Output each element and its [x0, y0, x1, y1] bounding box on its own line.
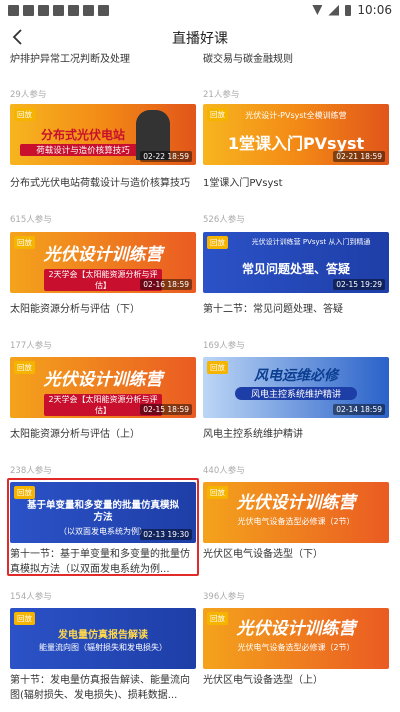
time-label: 02-16 18:59	[140, 279, 192, 290]
thumbnail-subtitle: 光伏设计训练营 PVsyst 从入门到精通	[251, 238, 371, 246]
time-label: 02-15 18:59	[140, 404, 192, 415]
notification-icon	[8, 5, 19, 16]
participants-count: 29人参与	[10, 90, 47, 100]
thumbnail-subtitle: 荷载设计与造价核算技巧	[20, 144, 146, 156]
status-time: 10:06	[357, 3, 392, 17]
replay-badge: 回放	[14, 612, 35, 625]
participants-count: 154人参与	[10, 592, 52, 602]
participants-count: 238人参与	[10, 466, 52, 476]
course-thumbnail[interactable]: 回放 光伏设计训练营 光伏电气设备选型必修课（2节）	[203, 482, 389, 543]
notification-icon	[68, 5, 79, 16]
course-thumbnail[interactable]: 回放 发电量仿真报告解读 能量流向图（辐射损失和发电损失）	[10, 608, 196, 669]
thumbnail-subtitle: 光伏电气设备选型必修课（2节）	[237, 517, 355, 526]
card-title[interactable]: 第十节：发电量仿真报告解读、能量流向图(辐射损失、发电损失)、损耗数据...	[10, 673, 196, 703]
participants-count: 615人参与	[10, 215, 52, 225]
notification-icons	[8, 5, 109, 16]
card-title[interactable]: 太阳能资源分析与评估（下）	[10, 302, 196, 317]
notification-icon	[23, 5, 34, 16]
notification-icon	[83, 5, 94, 16]
battery-icon	[345, 4, 352, 16]
participants-count: 177人参与	[10, 341, 52, 351]
thumbnail-title: 发电量仿真报告解读	[58, 630, 148, 641]
card-title[interactable]: 太阳能资源分析与评估（上）	[10, 427, 196, 442]
thumbnail-title: 光伏设计训练营	[43, 245, 163, 265]
wifi-icon	[312, 5, 323, 15]
thumbnail-title: 光伏设计训练营	[236, 493, 356, 513]
card-title[interactable]: 分布式光伏电站荷载设计与造价核算技巧	[10, 176, 196, 191]
card-title[interactable]: 炉排护异常工况判断及处理	[10, 52, 196, 67]
thumbnail-subtitle: 光伏设计-PVsyst全模训练营	[245, 111, 347, 120]
thumbnail-title: 常见问题处理、答疑	[241, 262, 350, 276]
course-thumbnail[interactable]: 回放 光伏设计-PVsyst全模训练营 1堂课入门PVsyst 02-21 18…	[203, 104, 389, 165]
card-title[interactable]: 光伏区电气设备选型（下）	[203, 547, 389, 562]
notification-icon	[98, 5, 109, 16]
selected-card-highlight	[7, 478, 199, 576]
participants-count: 440人参与	[203, 466, 245, 476]
header: 直播好课	[0, 22, 400, 52]
course-thumbnail[interactable]: 回放 光伏设计训练营 2天学会【太阳能资源分析与评估】 02-16 18:59	[10, 232, 196, 293]
page-title: 直播好课	[172, 31, 228, 47]
thumbnail-subtitle: 能量流向图（辐射损失和发电损失）	[39, 643, 167, 652]
card-title[interactable]: 第十二节：常见问题处理、答疑	[203, 302, 389, 317]
card-title[interactable]: 风电主控系统维护精讲	[203, 427, 389, 442]
course-thumbnail[interactable]: 回放 分布式光伏电站 荷载设计与造价核算技巧 02-22 18:59	[10, 104, 196, 165]
time-label: 02-21 18:59	[333, 151, 385, 162]
thumbnail-title: 风电运维必修	[254, 368, 338, 384]
card-title[interactable]: 碳交易与碳金融规则	[203, 52, 389, 67]
course-thumbnail[interactable]: 回放 光伏设计训练营 光伏电气设备选型必修课（2节）	[203, 608, 389, 669]
time-label: 02-15 19:29	[333, 279, 385, 290]
course-thumbnail[interactable]: 回放 光伏设计训练营 2天学会【太阳能资源分析与评估】 02-15 18:59	[10, 357, 196, 418]
replay-badge: 回放	[14, 108, 35, 121]
thumbnail-title: 光伏设计训练营	[236, 619, 356, 639]
thumbnail-subtitle: 风电主控系统维护精讲	[235, 387, 357, 400]
status-bar: 10:06	[0, 0, 400, 22]
course-thumbnail[interactable]: 回放 风电运维必修 风电主控系统维护精讲 02-14 18:59	[203, 357, 389, 418]
notification-icon	[53, 5, 64, 16]
notification-icon	[38, 5, 49, 16]
time-label: 02-22 18:59	[140, 151, 192, 162]
signal-icon	[328, 4, 340, 16]
time-label: 02-14 18:59	[333, 404, 385, 415]
thumbnail-subtitle: 光伏电气设备选型必修课（2节）	[237, 643, 355, 652]
thumbnail-title: 光伏设计训练营	[43, 370, 163, 390]
participants-count: 396人参与	[203, 592, 245, 602]
card-title[interactable]: 1堂课入门PVsyst	[203, 176, 389, 191]
course-thumbnail[interactable]: 回放 光伏设计训练营 PVsyst 从入门到精通 常见问题处理、答疑 02-15…	[203, 232, 389, 293]
participants-count: 169人参与	[203, 341, 245, 351]
participants-count: 21人参与	[203, 90, 240, 100]
participants-count: 526人参与	[203, 215, 245, 225]
replay-badge: 回放	[207, 236, 228, 249]
card-title[interactable]: 光伏区电气设备选型（上）	[203, 673, 389, 688]
